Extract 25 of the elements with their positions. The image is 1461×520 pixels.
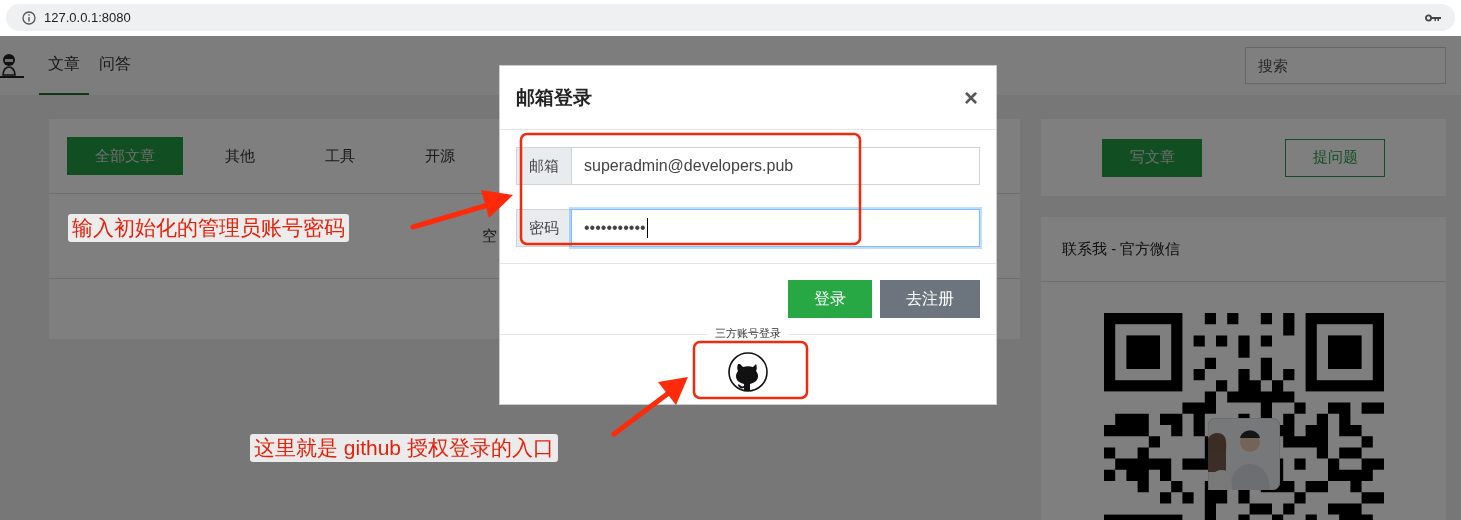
octocat-icon[interactable] — [728, 352, 768, 392]
key-icon[interactable] — [1425, 13, 1441, 22]
action-button[interactable]: 提问题 — [1285, 138, 1385, 177]
dialog-title: 邮箱登录 — [516, 85, 592, 110]
info-icon[interactable] — [22, 10, 36, 25]
search-field[interactable]: 搜索 — [1245, 47, 1446, 84]
close-button[interactable]: × — [962, 85, 980, 110]
category-tab[interactable]: 开源 — [390, 146, 490, 166]
section-legend: 三方账号登录 — [707, 326, 789, 341]
empty-text: 空 — [482, 226, 497, 246]
input-field[interactable]: superadmin@developers.pub — [571, 147, 980, 185]
annotation-text: 输入初始化的管理员账号密码 — [68, 214, 349, 242]
url-text: 127.0.0.1:8080 — [44, 10, 132, 25]
field-label: 密码 — [516, 209, 571, 247]
category-tab[interactable]: 工具 — [290, 146, 390, 166]
category-tab[interactable]: 其他 — [190, 146, 290, 166]
nav-tab[interactable]: 问答 — [99, 36, 131, 95]
dialog-button[interactable]: 登录 — [788, 280, 872, 318]
annotation-text: 这里就是 github 授权登录的入口 — [250, 434, 558, 462]
input-field[interactable]: ••••••••••• — [571, 209, 980, 247]
field-label: 邮箱 — [516, 147, 571, 185]
nav-tab[interactable]: 文章 — [39, 36, 89, 95]
card-title: 联系我 - 官方微信 — [1041, 217, 1446, 282]
address-bar[interactable]: 127.0.0.1:8080 — [6, 4, 1455, 31]
dialog-button[interactable]: 去注册 — [880, 280, 980, 318]
